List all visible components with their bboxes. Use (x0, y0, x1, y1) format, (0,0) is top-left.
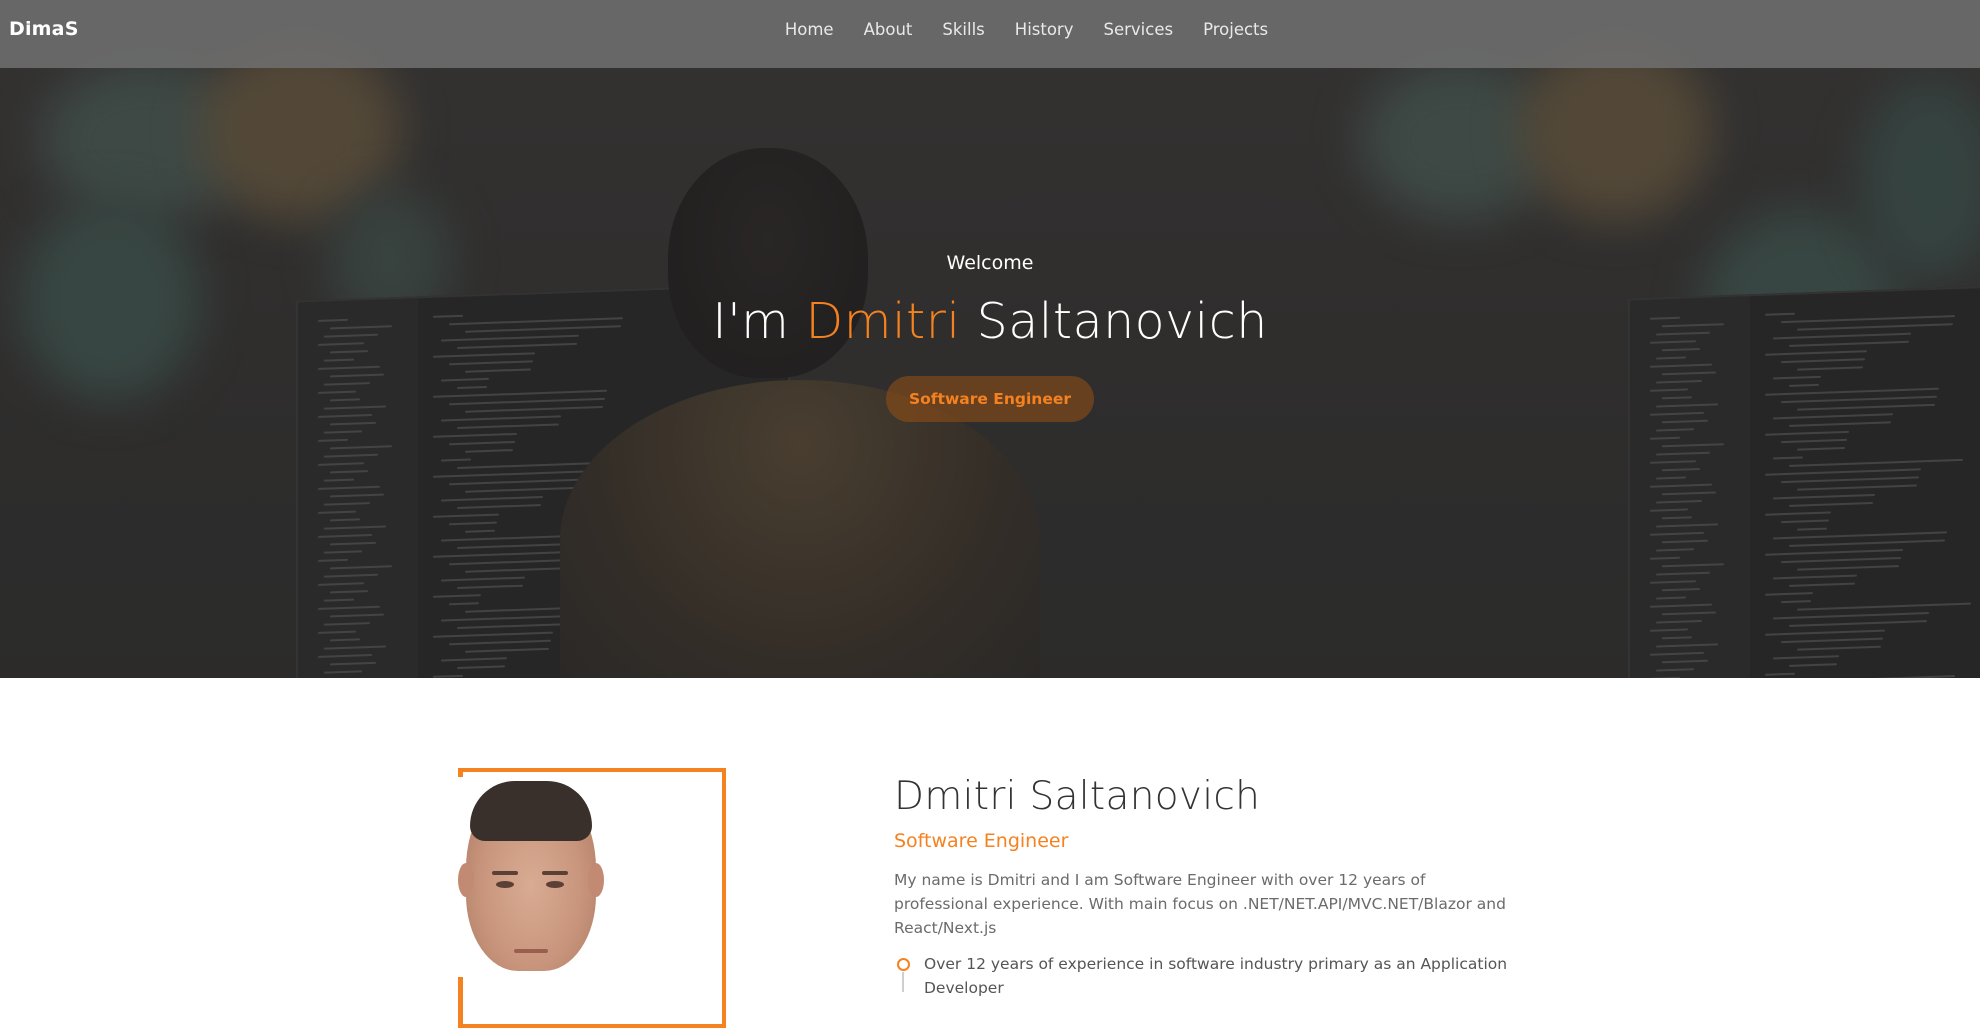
list-item-text: Over 12 years of experience in software … (924, 955, 1508, 997)
hero-title-prefix: I'm (712, 293, 806, 350)
about-section: Dmitri Saltanovich Software Engineer My … (0, 678, 1980, 1028)
hero-title: I'm Dmitri Saltanovich (0, 290, 1980, 354)
hero-role-badge: Software Engineer (885, 376, 1095, 422)
about-text: Dmitri Saltanovich Software Engineer My … (894, 772, 1514, 1000)
nav-services[interactable]: Services (1103, 20, 1173, 39)
main-nav: Home About Skills History Services Proje… (0, 0, 1980, 58)
top-navbar: DimaS Home About Skills History Services… (0, 0, 1980, 68)
about-name: Dmitri Saltanovich (894, 774, 1261, 819)
about-role: Software Engineer (894, 830, 1069, 852)
profile-photo (458, 777, 720, 977)
hero-welcome: Welcome (946, 252, 1034, 274)
about-description: My name is Dmitri and I am Software Engi… (894, 871, 1506, 937)
list-item: Over 12 years of experience in software … (894, 952, 1514, 1000)
about-list: Over 12 years of experience in software … (894, 952, 1514, 1000)
hero-content: Welcome I'm Dmitri Saltanovich Software … (0, 250, 1980, 422)
timeline-line (902, 972, 904, 992)
hero-title-suffix: Saltanovich (960, 293, 1268, 350)
nav-skills[interactable]: Skills (942, 20, 984, 39)
hero-section: Welcome I'm Dmitri Saltanovich Software … (0, 0, 1980, 678)
nav-projects[interactable]: Projects (1203, 20, 1268, 39)
nav-about[interactable]: About (864, 20, 913, 39)
hero-title-highlight: Dmitri (805, 293, 961, 350)
nav-history[interactable]: History (1015, 20, 1074, 39)
nav-home[interactable]: Home (785, 20, 834, 39)
